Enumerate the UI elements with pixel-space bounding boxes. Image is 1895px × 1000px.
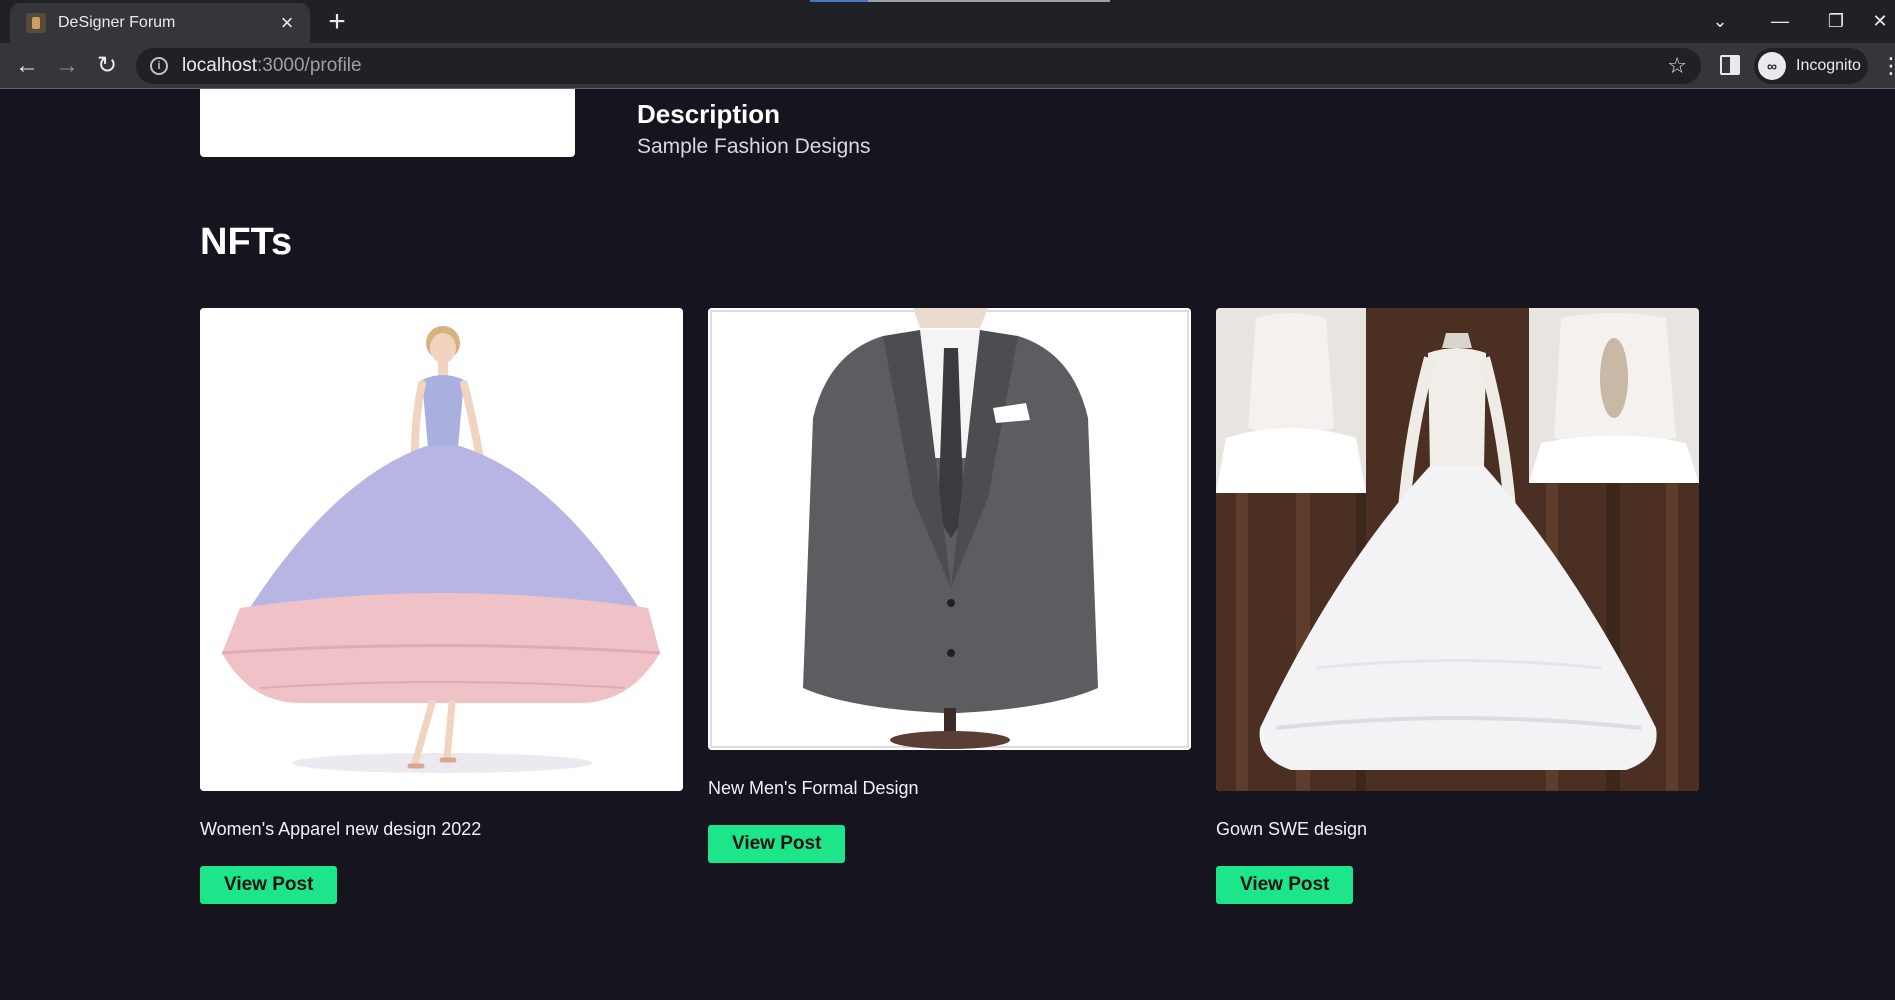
close-tab-icon[interactable]: × xyxy=(276,12,298,34)
url-text[interactable]: localhost:3000/profile xyxy=(182,55,362,77)
browser-tab-active[interactable]: DeSigner Forum × xyxy=(10,3,310,43)
incognito-icon: ∞ xyxy=(1758,52,1786,80)
url-host: localhost xyxy=(182,55,257,76)
browser-toolbar: ← → ↻ i localhost:3000/profile ☆ ∞ Incog… xyxy=(0,43,1895,89)
nft-image-wedding-gown[interactable] xyxy=(1216,308,1699,791)
nft-image-womens-dress[interactable] xyxy=(200,308,683,791)
side-panel-icon[interactable] xyxy=(1720,55,1740,75)
profile-image-card xyxy=(200,89,575,157)
browser-menu-icon[interactable]: ⋮ xyxy=(1880,51,1895,81)
view-post-button[interactable]: View Post xyxy=(708,825,846,863)
site-info-icon[interactable]: i xyxy=(150,57,168,75)
nft-title: New Men's Formal Design xyxy=(708,778,919,798)
back-arrow-icon[interactable]: ← xyxy=(12,51,42,81)
address-bar[interactable]: i localhost:3000/profile ☆ xyxy=(136,48,1701,84)
description-heading: Description xyxy=(637,99,781,129)
forward-arrow-icon[interactable]: → xyxy=(52,51,82,81)
restore-window-button[interactable]: ❐ xyxy=(1816,6,1856,36)
tab-title: DeSigner Forum xyxy=(58,14,176,31)
nft-card: New Men's Formal Design View Post xyxy=(708,308,1191,863)
profile-page: Description Sample Fashion Designs NFTs xyxy=(0,89,1895,1000)
page-load-indicator xyxy=(810,0,1110,2)
incognito-profile-button[interactable]: ∞ Incognito xyxy=(1754,48,1868,84)
nft-title: Women's Apparel new design 2022 xyxy=(200,819,482,839)
nft-card: Women's Apparel new design 2022 View Pos… xyxy=(200,308,683,904)
new-tab-button[interactable]: + xyxy=(322,7,352,38)
tab-search-icon[interactable]: ⌄ xyxy=(1700,6,1740,36)
nft-card: Gown SWE design View Post xyxy=(1216,308,1699,904)
view-post-button[interactable]: View Post xyxy=(200,866,338,904)
nft-image-mens-suit[interactable] xyxy=(708,308,1191,750)
minimize-window-button[interactable]: — xyxy=(1760,6,1800,36)
site-favicon-icon xyxy=(26,13,46,33)
nft-title: Gown SWE design xyxy=(1216,819,1368,839)
close-window-button[interactable]: ✕ xyxy=(1860,6,1895,36)
description-text: Sample Fashion Designs xyxy=(637,135,871,158)
view-post-button[interactable]: View Post xyxy=(1216,866,1354,904)
url-path: :3000/profile xyxy=(257,55,362,76)
reload-icon[interactable]: ↻ xyxy=(92,51,122,81)
browser-tabstrip: DeSigner Forum × + ⌄ — ❐ ✕ xyxy=(0,0,1895,43)
bookmark-star-icon[interactable]: ☆ xyxy=(1667,53,1687,79)
nfts-section-title: NFTs xyxy=(200,221,293,263)
profile-label: Incognito xyxy=(1796,57,1861,74)
